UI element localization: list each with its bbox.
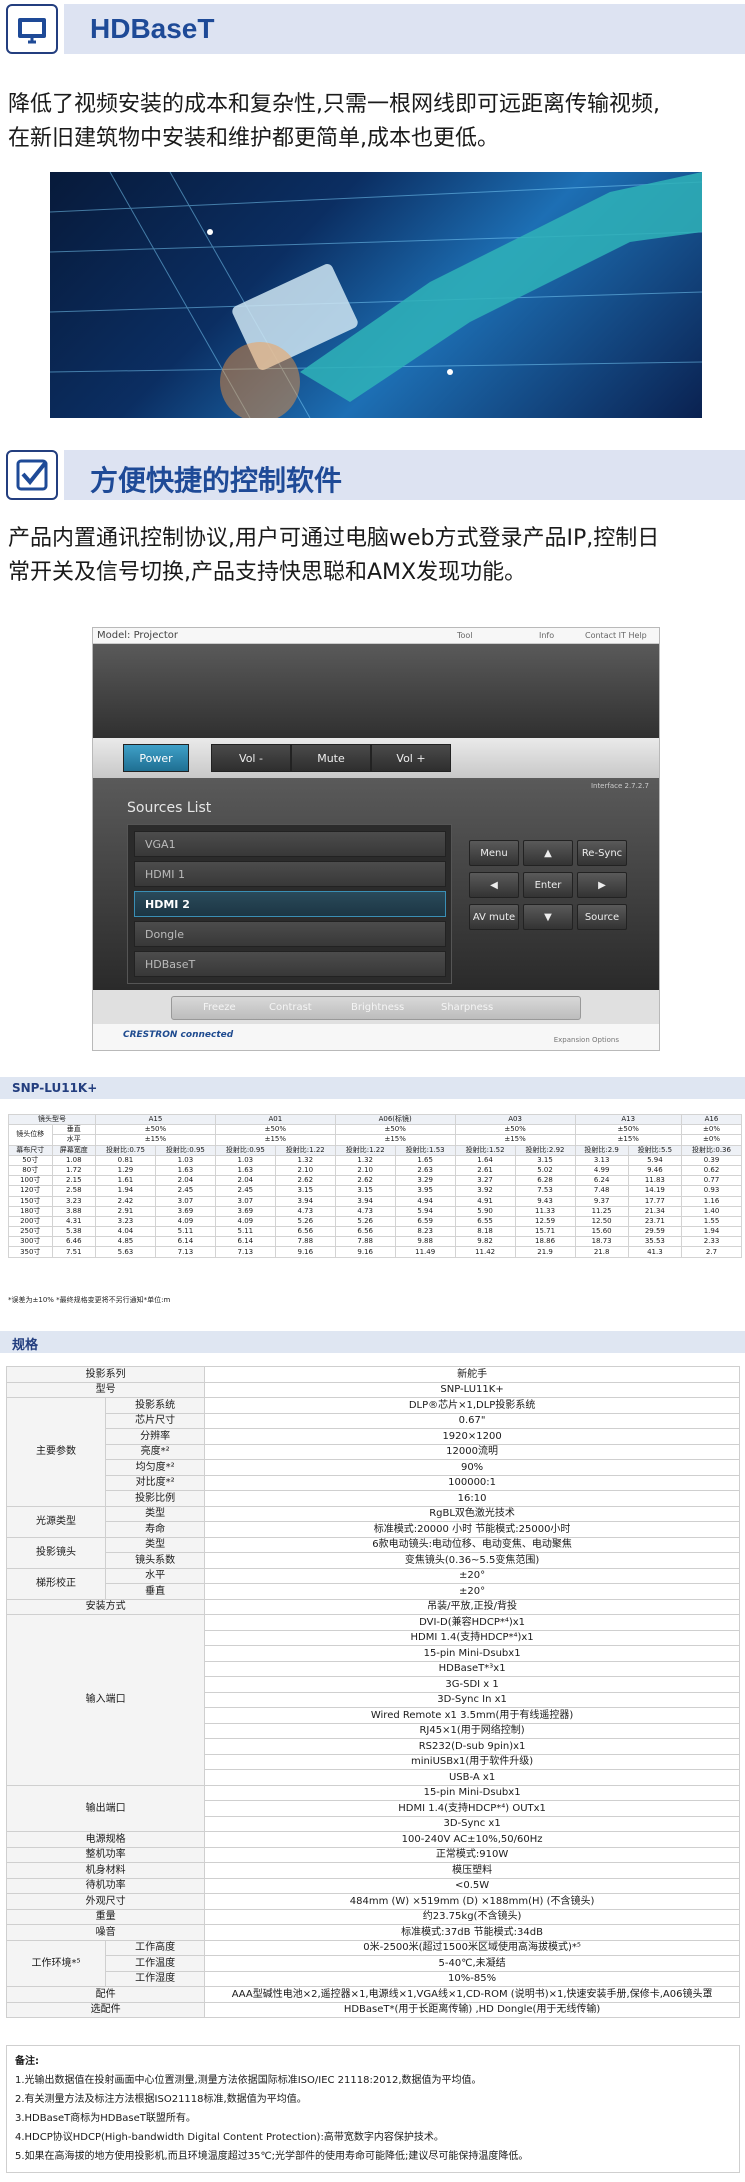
spec-row: 分辨率 1920×1200 xyxy=(7,1428,740,1445)
hdbaset-description: 降低了视频安装的成本和复杂性,只需一根网线即可远距离传输视频, 在新旧建筑物中安… xyxy=(8,92,660,151)
contrast-option[interactable]: Contrast xyxy=(269,1002,312,1013)
spec-row: 型号 SNP-LU11K+ xyxy=(5,1381,740,1398)
note-item: 3.HDBaseT商标为HDBaseT联盟所有。 xyxy=(15,2113,196,2124)
notes-title: 备注: xyxy=(15,2056,39,2067)
info-link[interactable]: Info xyxy=(539,631,554,640)
spec-row: 亮度*² 12000流明 xyxy=(7,1443,740,1460)
spec-row: 噪音 标准模式:37dB 节能模式:34dB xyxy=(5,1924,740,1941)
contact-link[interactable]: Contact IT Help xyxy=(585,631,647,640)
version-label: Interface 2.7.2.7 xyxy=(590,782,649,790)
vol-up-button[interactable]: Vol + xyxy=(371,744,451,772)
sources-list-label: Sources List xyxy=(127,800,212,816)
spec-row: 镜头系数 变焦镜头(0.36~5.5变焦范围) xyxy=(7,1552,740,1569)
control-software-screenshot: Model: Projector Tool Info Contact IT He… xyxy=(92,627,660,1051)
spec-row: 光源类型 类型 RgBL双色激光技术 xyxy=(5,1505,740,1538)
source-hdmi1[interactable]: HDMI 1 xyxy=(134,861,446,887)
throw-row: 300寸 6.46 4.85 6.14 6.14 7.88 7.88 9.88 9.82 18.8… xyxy=(8,1236,742,1248)
throw-row: 200寸 4.31 3.23 4.09 4.09 5.26 5.26 6.59 6.55 12.5… xyxy=(8,1215,742,1228)
spec-row: 工作温度 5-40℃,未凝结 xyxy=(7,1955,740,1972)
spec-row: 整机功率 正常模式:910W xyxy=(5,1846,740,1863)
note-item: 2.有关测量方法及标注方法根据ISO21118标准,数据值为平均值。 xyxy=(15,2094,307,2105)
power-button[interactable]: Power xyxy=(123,744,189,772)
spec-row: 主要参数 投影系统 DLP®芯片×1,DLP投影系统 xyxy=(5,1397,740,1507)
throw-row: 150寸 3.23 2.42 3.07 3.07 3.94 3.94 4.94 4.91 9.43… xyxy=(8,1195,742,1207)
sharpness-option[interactable]: Sharpness xyxy=(441,1002,493,1013)
spec-row: 均匀度*² 90% xyxy=(7,1459,740,1476)
av-mute-button[interactable]: AV mute xyxy=(469,904,519,930)
throw-row: 100寸 2.15 1.61 2.04 2.04 2.62 2.62 3.29 3.27 6.28… xyxy=(8,1175,742,1187)
spec-row: 输出端口 15-pin Mini-Dsubx1 xyxy=(5,1784,740,1832)
spec-table: 投影系列 新舵手 型号 SNP-LU11K+ 主要参数 投影系统 DLP®芯片×1,DLP投… xyxy=(5,1366,740,2018)
monitor-box-icon xyxy=(6,4,58,54)
note-item: 4.HDCP协议HDCP(High-bandwidth Digital Cont… xyxy=(15,2132,444,2143)
spec-title: 规格 xyxy=(12,1338,39,1353)
spec-row: 投影系列 新舵手 xyxy=(5,1366,740,1383)
source-hdmi2[interactable]: HDMI 2 xyxy=(134,891,446,917)
spec-row: 电源规格 100-240V AC±10%,50/60Hz xyxy=(5,1831,740,1848)
table-footnote: *误差为±10% *最终规格变更将不另行通知*单位:m xyxy=(8,1296,171,1304)
throw-row: 120寸 2.58 1.94 2.45 2.45 3.15 3.15 3.95 3.92 7.53… xyxy=(8,1185,742,1197)
section-title: 方便快捷的控制软件 xyxy=(90,465,343,496)
spec-row: 输入端口 DVI-D(兼容HDCP*⁴)x1 xyxy=(5,1614,740,1786)
throw-row: 350寸 7.51 5.63 7.13 7.13 9.16 9.16 11.49 11.42 21… xyxy=(8,1246,742,1258)
throw-distance-table: 镜头型号 A15 A01 A06(标镜) A03 A13 A16 镜头位移 垂直… xyxy=(8,1113,742,1258)
section-header-hdbaset: HDBaseT xyxy=(0,0,745,58)
up-arrow-icon[interactable]: ▲ xyxy=(523,840,573,866)
section-title: HDBaseT xyxy=(90,13,215,44)
spec-row: 重量 约23.75kg(不含镜头) xyxy=(5,1908,740,1925)
model-name: SNP-LU11K+ xyxy=(12,1081,98,1095)
note-item: 1.光输出数据值在投射画面中心位置测量,测量方法依据国际标准ISO/IEC 21… xyxy=(15,2075,482,2086)
source-button[interactable]: Source xyxy=(577,904,627,930)
right-arrow-icon[interactable]: ▶ xyxy=(577,872,627,898)
source-hdbaset[interactable]: HDBaseT xyxy=(134,951,446,977)
source-dongle[interactable]: Dongle xyxy=(134,921,446,947)
spec-row: 寿命 标准模式:20000 小时 节能模式:25000小时 xyxy=(7,1521,740,1538)
resync-button[interactable]: Re-Sync xyxy=(577,840,627,866)
spec-row: 工作环境*⁵ 工作高度 0米-2500米(超过1500米区域使用高海拔模式)*⁵ xyxy=(5,1939,740,1987)
enter-button[interactable]: Enter xyxy=(523,872,573,898)
left-arrow-icon[interactable]: ◀ xyxy=(469,872,519,898)
tool-link[interactable]: Tool xyxy=(457,631,473,640)
crestron-logo: CRESTRON connected xyxy=(123,1030,234,1040)
notes-box: 备注: 1.光输出数据值在投射画面中心位置测量,测量方法依据国际标准ISO/IE… xyxy=(6,2045,740,2173)
sources-list: VGA1 HDMI 1 HDMI 2 Dongle HDBaseT xyxy=(127,824,452,984)
spec-row: 选配件 HDBaseT*(用于长距离传输) ,HD Dongle(用于无线传输) xyxy=(5,2001,740,2018)
checkbox-icon xyxy=(6,450,58,500)
brightness-option[interactable]: Brightness xyxy=(351,1002,404,1013)
menu-button[interactable]: Menu xyxy=(469,840,519,866)
spec-row: 投影镜头 类型 6款电动镜头:电动位移、电动变焦、电动聚焦 xyxy=(5,1536,740,1569)
model-label: Model: Projector xyxy=(97,630,179,641)
down-arrow-icon[interactable]: ▼ xyxy=(523,904,573,930)
vol-down-button[interactable]: Vol - xyxy=(211,744,291,772)
throw-row: 250寸 5.38 4.04 5.11 5.11 6.56 6.56 8.23 8.18 15.7… xyxy=(8,1226,742,1238)
throw-row: 80寸 1.72 1.29 1.63 1.63 2.10 2.10 2.63 2.61 5.02 4… xyxy=(8,1164,742,1177)
note-item: 5.如果在高海拔的地方使用投影机,而且环境温度超过35℃;光学部件的使用寿命可能… xyxy=(15,2151,529,2162)
spec-row: 梯形校正 水平 ±20° xyxy=(5,1567,740,1600)
spec-row: 垂直 ±20° xyxy=(7,1583,740,1600)
spec-row: 安装方式 吊装/平放,正投/背投 xyxy=(5,1598,740,1615)
software-description: 产品内置通讯控制协议,用户可通过电脑web方式登录产品IP,控制日 常开关及信号… xyxy=(8,526,660,585)
model-banner: SNP-LU11K+ xyxy=(0,1077,745,1099)
spec-row: 投影比例 16:10 xyxy=(7,1490,740,1507)
network-cable-photo xyxy=(50,172,702,418)
spec-row: 芯片尺寸 0.67" xyxy=(7,1412,740,1429)
spec-row: 待机功率 <0.5W xyxy=(5,1877,740,1894)
section-header-software: 方便快捷的控制软件 xyxy=(0,446,745,504)
throw-row: 50寸 1.08 0.81 1.03 1.03 1.32 1.32 1.65 1.64 3.15 3… xyxy=(8,1154,742,1166)
spec-row: 外观尺寸 484mm (W) ×519mm (D) ×188mm(H) (不含镜头… xyxy=(5,1893,740,1910)
mute-button[interactable]: Mute xyxy=(291,744,371,772)
expansion-options: Expansion Options xyxy=(553,1036,619,1044)
spec-row: 配件 AAA型碱性电池×2,遥控器×1,电源线×1,VGA线×1,CD-ROM (… xyxy=(5,1986,740,2003)
spec-banner: 规格 xyxy=(0,1331,745,1353)
freeze-option[interactable]: Freeze xyxy=(203,1002,236,1013)
spec-row: 工作湿度 10%-85% xyxy=(7,1970,740,1987)
spec-row: 对比度*² 100000:1 xyxy=(7,1474,740,1491)
spec-row: 机身材料 模压塑料 xyxy=(5,1862,740,1879)
source-vga1[interactable]: VGA1 xyxy=(134,831,446,857)
throw-row: 180寸 3.88 2.91 3.69 3.69 4.73 4.73 5.94 5.90 11.3… xyxy=(8,1205,742,1217)
